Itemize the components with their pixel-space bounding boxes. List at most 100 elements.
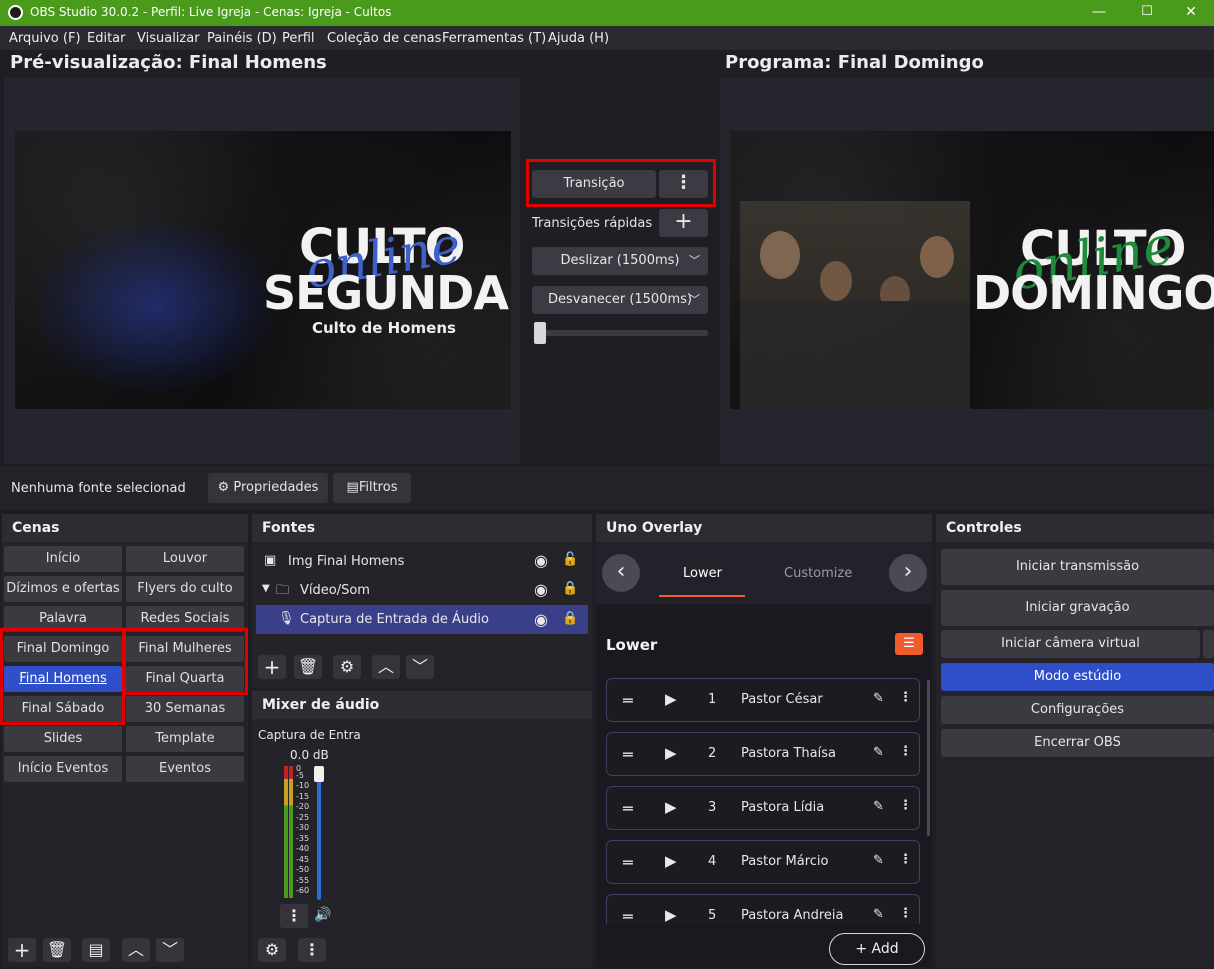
settings-button[interactable]: Configurações	[941, 696, 1214, 724]
uno-scrollbar[interactable]	[927, 680, 930, 836]
volume-slider-handle[interactable]	[314, 766, 324, 782]
play-icon[interactable]: ▶	[665, 852, 677, 870]
source-up-button[interactable]: ︿	[372, 655, 400, 679]
lock-icon[interactable]: 🔒	[562, 581, 578, 596]
list-icon[interactable]: ☰	[895, 633, 923, 655]
start-virtual-camera-button[interactable]: Iniciar câmera virtual	[941, 630, 1200, 658]
source-row-img[interactable]: ▣ Img Final Homens ◉ 🔓	[256, 548, 588, 575]
edit-icon[interactable]: ✎	[873, 691, 884, 706]
eye-icon[interactable]: ◉	[534, 610, 548, 629]
tick-label: -10	[296, 781, 310, 790]
lower-row-5[interactable]: ═ ▶ 5 Pastora Andreia ✎ ⋮	[606, 894, 920, 926]
scene-flyers[interactable]: Flyers do culto	[126, 576, 244, 602]
source-row-folder[interactable]: ▼ 🗀 Vídeo/Som ◉ 🔒	[256, 577, 588, 604]
menu-colecao-cenas[interactable]: Coleção de cenas	[327, 31, 441, 46]
drag-handle-icon[interactable]: ═	[623, 799, 633, 818]
studio-mode-button[interactable]: Modo estúdio	[941, 663, 1214, 691]
play-icon[interactable]: ▶	[665, 690, 677, 708]
eye-icon[interactable]: ◉	[534, 580, 548, 599]
speaker-icon[interactable]: 🔊	[314, 907, 331, 923]
scene-louvor[interactable]: Louvor	[126, 546, 244, 572]
eye-icon[interactable]: ◉	[534, 551, 548, 570]
tab-lower[interactable]: Lower	[683, 566, 722, 581]
edit-icon[interactable]: ✎	[873, 853, 884, 868]
scene-inicio[interactable]: Início	[4, 546, 122, 572]
menu-ajuda[interactable]: Ajuda (H)	[548, 31, 609, 46]
edit-icon[interactable]: ✎	[873, 799, 884, 814]
mixer-settings-button[interactable]: ⚙	[258, 938, 286, 962]
menu-perfil[interactable]: Perfil	[282, 31, 315, 46]
lower-row-2[interactable]: ═ ▶ 2 Pastora Thaísa ✎ ⋮	[606, 732, 920, 776]
exit-button[interactable]: Encerrar OBS	[941, 729, 1214, 757]
play-icon[interactable]: ▶	[665, 744, 677, 762]
add-lower-button[interactable]: + Add	[829, 933, 925, 965]
start-streaming-button[interactable]: Iniciar transmissão	[941, 549, 1214, 585]
image-icon: ▣	[264, 553, 277, 568]
maximize-button[interactable]: ☐	[1124, 0, 1170, 26]
chevron-right-icon[interactable]: ›	[889, 554, 927, 592]
kebab-icon[interactable]: ⋮	[899, 690, 912, 705]
kebab-icon[interactable]: ⋮	[899, 852, 912, 867]
kebab-icon[interactable]: ⋮	[899, 798, 912, 813]
scene-eventos[interactable]: Eventos	[126, 756, 244, 782]
unlock-icon[interactable]: 🔓	[562, 552, 578, 567]
chevron-left-icon[interactable]: ‹	[602, 554, 640, 592]
source-row-audio[interactable]: 🎙 Captura de Entrada de Áudio ◉ 🔒	[256, 605, 588, 634]
drag-handle-icon[interactable]: ═	[623, 907, 633, 926]
virtual-camera-settings-button[interactable]	[1203, 630, 1214, 658]
close-button[interactable]: ✕	[1168, 0, 1214, 26]
scene-up-button[interactable]: ︿	[122, 938, 150, 962]
mixer-level-readout: 0.0 dB	[290, 748, 329, 762]
remove-scene-button[interactable]: 🗑	[43, 938, 71, 962]
minimize-button[interactable]: —	[1076, 0, 1122, 26]
menu-editar[interactable]: Editar	[87, 31, 126, 46]
scene-down-button[interactable]: ﹀	[156, 938, 184, 962]
menu-ferramentas[interactable]: Ferramentas (T)	[442, 31, 546, 46]
add-source-button[interactable]: +	[258, 655, 286, 679]
properties-button[interactable]: ⚙ Propriedades	[208, 473, 328, 503]
play-icon[interactable]: ▶	[665, 798, 677, 816]
scene-template[interactable]: Template	[126, 726, 244, 752]
transition-button[interactable]: Transição	[532, 170, 656, 198]
quick-transition-slide[interactable]: Deslizar (1500ms) ﹀	[532, 247, 708, 275]
scene-30-semanas[interactable]: 30 Semanas	[126, 696, 244, 722]
volume-slider-track[interactable]	[317, 770, 321, 900]
scene-dizimos[interactable]: Dízimos e ofertas	[4, 576, 122, 602]
scene-slides[interactable]: Slides	[4, 726, 122, 752]
plus-icon: +	[13, 938, 31, 962]
drag-handle-icon[interactable]: ═	[623, 745, 633, 764]
lower-row-4[interactable]: ═ ▶ 4 Pastor Márcio ✎ ⋮	[606, 840, 920, 884]
source-properties-button[interactable]: ⚙	[333, 655, 361, 679]
kebab-icon[interactable]: ⋮	[899, 744, 912, 759]
start-recording-button[interactable]: Iniciar gravação	[941, 590, 1214, 626]
add-scene-button[interactable]: +	[8, 938, 36, 962]
edit-icon[interactable]: ✎	[873, 745, 884, 760]
lock-icon[interactable]: 🔒	[562, 611, 578, 626]
mixer-options-button[interactable]: ⋮	[280, 904, 308, 928]
program-image: CULTO online DOMINGO	[730, 131, 1214, 409]
tab-customize[interactable]: Customize	[784, 566, 852, 581]
filters-button[interactable]: ▤Filtros	[333, 473, 411, 503]
tbar-track[interactable]	[534, 330, 708, 336]
mixer-menu-button[interactable]: ⋮	[298, 938, 326, 962]
lower-row-1[interactable]: ═ ▶ 1 Pastor César ✎ ⋮	[606, 678, 920, 722]
edit-icon[interactable]: ✎	[873, 907, 884, 922]
source-down-button[interactable]: ﹀	[406, 655, 434, 679]
add-quick-transition-button[interactable]: +	[659, 209, 708, 237]
tbar-handle[interactable]	[534, 322, 546, 344]
quick-transition-fade[interactable]: Desvanecer (1500ms) ﹀	[532, 286, 708, 314]
lower-row-3[interactable]: ═ ▶ 3 Pastora Lídia ✎ ⋮	[606, 786, 920, 830]
scene-inicio-eventos[interactable]: Início Eventos	[4, 756, 122, 782]
drag-handle-icon[interactable]: ═	[623, 853, 633, 872]
kebab-icon[interactable]: ⋮	[899, 906, 912, 921]
source-name: Captura de Entrada de Áudio	[300, 612, 490, 627]
menu-visualizar[interactable]: Visualizar	[137, 31, 200, 46]
scene-filters-button[interactable]: ▤	[82, 938, 110, 962]
play-icon[interactable]: ▶	[665, 906, 677, 924]
menu-paineis[interactable]: Painéis (D)	[207, 31, 277, 46]
transition-options-button[interactable]: ⋮	[659, 170, 708, 198]
drag-handle-icon[interactable]: ═	[623, 691, 633, 710]
expand-icon[interactable]: ▼	[262, 583, 270, 594]
menu-arquivo[interactable]: Arquivo (F)	[9, 31, 81, 46]
remove-source-button[interactable]: 🗑	[294, 655, 322, 679]
